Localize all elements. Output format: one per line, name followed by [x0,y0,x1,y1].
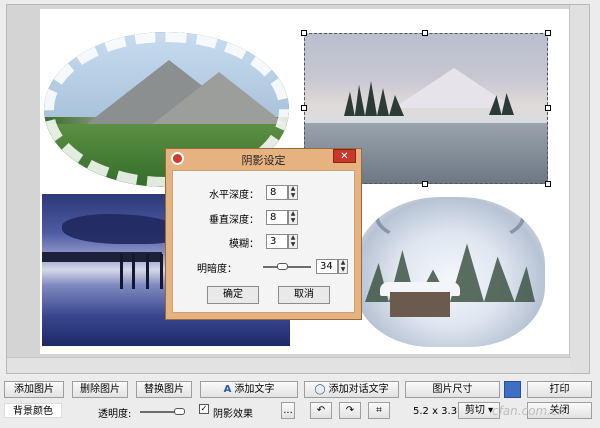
print-button[interactable]: 打印 [527,381,592,398]
horizontal-depth-spinner[interactable]: 8 ▲ ▼ [266,185,298,200]
speech-bubble-icon: ◯ [314,384,326,395]
resize-handle[interactable] [545,181,551,187]
spin-down-icon[interactable]: ▼ [289,241,297,249]
horizontal-depth-value[interactable]: 8 [266,185,288,200]
horizontal-scrollbar[interactable] [7,357,571,373]
ok-button[interactable]: 确定 [207,286,259,304]
resize-handle[interactable] [422,30,428,36]
delete-image-button[interactable]: 删除图片 [72,381,128,398]
dialog-title: 阴影设定 [241,154,286,167]
spin-down-icon[interactable]: ▼ [289,217,297,225]
floppy-icon[interactable] [504,381,521,398]
vertical-depth-spinner[interactable]: 8 ▲ ▼ [266,210,298,225]
shadow-effect-checkbox[interactable]: ✓ [199,404,209,414]
vertical-scrollbar[interactable] [569,5,589,373]
text-icon: A [223,384,232,395]
transparency-label: 透明度: [98,409,132,420]
crop-dropdown-value: 剪切 [464,405,485,416]
size-readout: 5.2 x 3.3 [413,406,458,417]
rotate-right-icon[interactable]: ↷ [339,402,361,419]
dialog-body: 水平深度： 8 ▲ ▼ 垂直深度： 8 ▲ ▼ 模糊： 3 ▲ ▼ 明暗度： 34 ▲… [172,170,355,313]
add-dialog-text-button[interactable]: ◯ 添加对话文字 [304,381,399,398]
background-color-button[interactable]: 背景颜色 [4,403,62,418]
brightness-value[interactable]: 34 [316,259,338,274]
resize-handle[interactable] [545,105,551,111]
spin-down-icon[interactable]: ▼ [339,266,347,274]
brightness-spinner[interactable]: 34 ▲ ▼ [316,259,348,274]
vertical-depth-value[interactable]: 8 [266,210,288,225]
image-size-button[interactable]: 图片尺寸 [405,381,500,398]
resize-handle[interactable] [545,30,551,36]
blur-label: 模糊： [229,239,259,250]
resize-handle[interactable] [422,181,428,187]
rotate-left-icon[interactable]: ↶ [310,402,332,419]
close-button[interactable]: ✕ [333,149,356,163]
crop-icon[interactable]: ⌗ [368,402,390,419]
cancel-button[interactable]: 取消 [278,286,330,304]
horizontal-depth-label: 水平深度： [209,190,259,201]
replace-image-button[interactable]: 替换图片 [136,381,192,398]
shadow-settings-dialog: 阴影设定 ✕ 水平深度： 8 ▲ ▼ 垂直深度： 8 ▲ ▼ 模糊： 3 ▲ ▼ 明暗… [165,148,362,320]
blur-value[interactable]: 3 [266,234,288,249]
shadow-effect-label: 阴影效果 [213,409,253,420]
spin-down-icon[interactable]: ▼ [289,192,297,200]
add-text-label: 添加文字 [234,384,275,395]
brightness-label: 明暗度： [197,264,237,275]
brightness-slider-thumb[interactable] [277,263,288,270]
transparency-slider-thumb[interactable] [174,408,185,415]
resize-handle[interactable] [301,105,307,111]
more-options-button[interactable]: ... [281,402,295,419]
app-window: 阴影设定 ✕ 水平深度： 8 ▲ ▼ 垂直深度： 8 ▲ ▼ 模糊： 3 ▲ ▼ 明暗… [0,0,600,428]
snow-cabin-photo[interactable] [355,197,545,347]
vertical-depth-label: 垂直深度： [209,215,259,226]
add-image-button[interactable]: 添加图片 [4,381,64,398]
add-text-button[interactable]: A 添加文字 [200,381,298,398]
dialog-titlebar[interactable]: 阴影设定 ✕ [166,149,361,169]
add-dialog-text-label: 添加对话文字 [328,384,389,395]
watermark: cfan.com.cn [492,404,566,418]
resize-handle[interactable] [301,30,307,36]
blur-spinner[interactable]: 3 ▲ ▼ [266,234,298,249]
